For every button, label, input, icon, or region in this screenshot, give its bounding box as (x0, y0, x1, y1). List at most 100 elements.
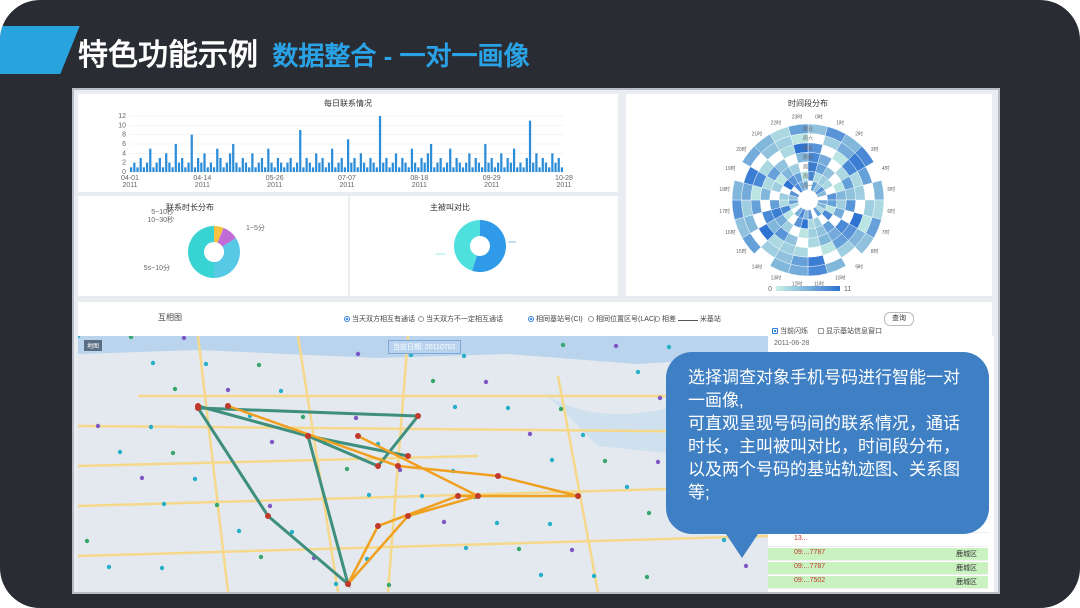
option-distance[interactable]: 相差 米基站 (654, 314, 721, 324)
trajectory-map[interactable]: 当前日期: 20110702 地图 (78, 336, 768, 592)
time-cell (844, 199, 856, 213)
poi-marker (386, 582, 392, 588)
radio-icon (588, 316, 594, 323)
daily-bar (538, 167, 541, 172)
daily-bar (436, 162, 439, 172)
record-row[interactable]: 09:...7787 鹿城区 (768, 548, 988, 561)
hour-label: 14时 (752, 264, 763, 271)
daily-bar (468, 153, 471, 172)
daily-bar (375, 167, 378, 172)
daily-bar (222, 167, 225, 172)
duration-label: 10~30秒 (147, 215, 174, 224)
daily-bar (369, 158, 372, 172)
daily-bar (560, 167, 564, 172)
y-tick-label: 8 (122, 132, 126, 139)
daily-bar (350, 162, 353, 172)
base-station-marker (575, 493, 581, 499)
poi-marker (635, 369, 641, 375)
option-mutual-call[interactable]: 当天双方相互有通话 (344, 314, 415, 324)
daily-bar (241, 158, 244, 172)
hour-label: 0时 (815, 114, 823, 121)
time-cell (824, 257, 847, 274)
daily-bar (388, 167, 391, 172)
poi-marker (106, 564, 112, 570)
daily-bar (401, 158, 404, 172)
daily-bar (429, 144, 433, 172)
map-canvas[interactable] (78, 336, 768, 592)
daily-bar (347, 139, 350, 172)
daily-bar (139, 158, 142, 172)
poi-marker (483, 379, 489, 385)
record-date: 2011-06-28 (774, 340, 810, 347)
hour-label: 18时 (719, 186, 730, 193)
record-row[interactable]: 13... (768, 534, 988, 547)
hour-label: 7时 (882, 229, 890, 236)
daily-bar (286, 162, 289, 172)
query-button[interactable]: 查询 (884, 312, 914, 326)
daily-bar (212, 167, 216, 172)
poi-marker (666, 344, 672, 350)
option-same-lac[interactable]: 相同位置区号(LAC) (588, 314, 656, 324)
poi-marker (646, 510, 652, 516)
daily-bar (535, 153, 538, 172)
x-tick-label: 2011 (412, 182, 427, 189)
radio-icon (528, 316, 534, 323)
poi-marker (657, 395, 663, 401)
daily-bar (532, 162, 535, 172)
callout-line-2: 可直观呈现号码间的联系情况，通话时长，主叫被叫对比，时间段分布，以及两个号码的基… (688, 414, 960, 502)
day-label: 周五 (803, 146, 813, 152)
poi-marker (172, 386, 178, 392)
daily-bar (496, 162, 500, 172)
poi-marker (161, 501, 167, 507)
daily-bar (209, 162, 213, 172)
hour-label: 5时 (887, 186, 895, 193)
poi-marker (538, 572, 544, 578)
x-tick-label: 2011 (556, 182, 571, 189)
record-row[interactable]: 09:...7502 鹿城区 (768, 576, 988, 589)
map-type-button[interactable]: 地图 (84, 340, 103, 351)
day-label: 周日 (803, 127, 813, 133)
poi-marker (355, 351, 361, 357)
poi-marker (278, 388, 284, 394)
base-station-marker (305, 433, 311, 439)
slide: 特色功能示例 数据整合 - 一对一画像 每日联系情况 12 10 8 6 4 2 0 04-0… (0, 0, 1080, 608)
record-text: 09:...7787 (794, 563, 826, 570)
daily-bar (197, 158, 200, 172)
callout-tail (722, 528, 762, 558)
duration-label: 5s~10分 (144, 263, 170, 272)
daily-bar (337, 162, 340, 172)
daily-bar (522, 167, 525, 172)
poi-marker (419, 493, 425, 499)
check-flash[interactable]: 当前闪烁 (772, 326, 808, 336)
daily-bar (264, 167, 267, 172)
x-tick-label: 2011 (484, 182, 499, 189)
poi-marker (452, 404, 458, 410)
daily-bar (324, 167, 327, 172)
base-station-marker (405, 513, 411, 519)
option-any-call[interactable]: 当天双方不一定相互通话 (418, 314, 503, 324)
hour-label: 2时 (855, 130, 863, 137)
option-same-ci[interactable]: 相同基站号(CI) (528, 314, 583, 324)
time-distribution-panel: 时间段分布 0时 1时 2时 3时 4时 5时 6时 7时 8时 9时 10时 11时 12时 13时 14… (626, 94, 992, 296)
daily-bar (257, 162, 260, 172)
day-label: 周三 (803, 164, 813, 170)
check-show-info[interactable]: 显示基站信息窗口 (818, 326, 882, 336)
x-tick-label: 05-26 (266, 175, 284, 182)
daily-bar (295, 162, 299, 172)
daily-bar (551, 153, 554, 172)
base-station-marker (265, 513, 271, 519)
poi-marker (591, 573, 597, 579)
poi-marker (150, 360, 156, 366)
daily-bar (244, 162, 248, 172)
record-text: 09:...7502 (794, 577, 826, 584)
distance-input[interactable] (677, 320, 698, 321)
time-cell (778, 192, 790, 201)
daily-bar (471, 167, 474, 172)
donut-slice (188, 226, 214, 278)
poi-marker (214, 502, 220, 508)
daily-bar (165, 153, 168, 172)
daily-bar (449, 148, 452, 172)
record-row[interactable]: 09:...7787 鹿城区 (768, 562, 988, 575)
daily-bar (503, 167, 506, 172)
daily-bar (548, 167, 551, 172)
